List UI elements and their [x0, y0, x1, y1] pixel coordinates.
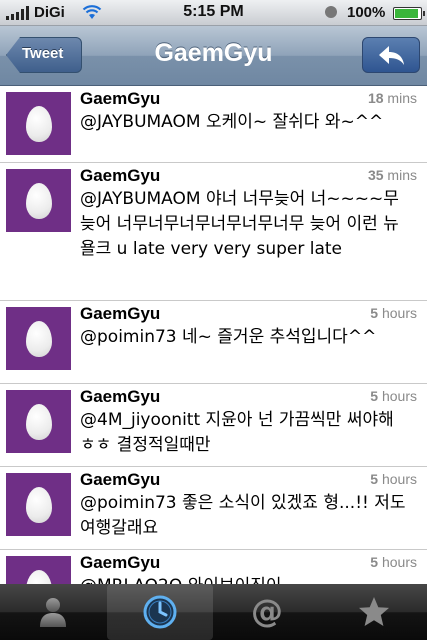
tweet-text: @poimin73 좋은 소식이 있겠죠 형...!! 저도 여행갈래요 — [80, 493, 406, 538]
avatar[interactable] — [6, 92, 71, 155]
tweet-age: 5 hours — [370, 554, 417, 570]
tweet-age-unit: hours — [378, 554, 417, 570]
tweet-author: GaemGyu — [80, 89, 161, 108]
reply-button[interactable] — [362, 37, 420, 73]
tweet-author: GaemGyu — [80, 166, 161, 185]
avatar[interactable] — [6, 390, 71, 453]
tweet-author: GaemGyu — [80, 387, 161, 406]
tweet-age: 5 hours — [370, 471, 417, 487]
navigation-bar: Tweet GaemGyu — [0, 26, 427, 86]
person-icon — [40, 598, 66, 627]
star-icon — [359, 597, 389, 626]
egg-avatar-icon — [25, 182, 52, 219]
tweet-row[interactable]: GaemGyu 35 mins @JAYBUMAOM 야너 너무늦어 너~~~~… — [0, 163, 427, 301]
egg-avatar-icon — [25, 569, 52, 584]
tweet-age-unit: hours — [378, 388, 417, 404]
tweet-age-unit: mins — [383, 90, 417, 106]
avatar[interactable] — [6, 169, 71, 232]
egg-avatar-icon — [25, 105, 52, 142]
egg-avatar-icon — [25, 320, 52, 357]
reply-arrow-icon — [379, 46, 404, 65]
tab-bar: @ — [0, 584, 427, 640]
battery-percent: 100% — [347, 4, 386, 21]
egg-avatar-icon — [25, 486, 52, 523]
tweet-list[interactable]: GaemGyu 18 mins @JAYBUMAOM 오케이~ 잘쉬다 와~^^… — [0, 86, 427, 584]
battery-icon — [393, 7, 425, 20]
tweet-author: GaemGyu — [80, 553, 161, 572]
tweet-author: GaemGyu — [80, 304, 161, 323]
avatar[interactable] — [6, 556, 71, 584]
tweet-text: @poimin73 네~ 즐거운 추석입니다^^ — [80, 327, 377, 347]
avatar[interactable] — [6, 473, 71, 536]
tweet-author: GaemGyu — [80, 470, 161, 489]
tweet-age-unit: hours — [378, 305, 417, 321]
tweet-age-number: 18 — [367, 90, 384, 106]
tweet-age: 5 hours — [370, 388, 417, 404]
at-icon: @ — [251, 594, 283, 630]
tweet-row[interactable]: GaemGyu 5 hours @poimin73 좋은 소식이 있겠죠 형..… — [0, 467, 427, 550]
tweet-age-unit: mins — [383, 167, 417, 183]
svg-text:@: @ — [251, 594, 283, 630]
tweet-age-number: 5 — [370, 388, 379, 404]
tweet-row[interactable]: GaemGyu 5 hours @poimin73 네~ 즐거운 추석입니다^^ — [0, 301, 427, 384]
tweet-row[interactable]: GaemGyu 5 hours @MRLAO2O 와이브이진이 — [0, 550, 427, 584]
egg-avatar-icon — [25, 403, 52, 440]
tweet-text: @MRLAO2O 와이브이진이 — [80, 574, 412, 584]
tweet-row[interactable]: GaemGyu 5 hours @4M_jiyoonitt 지윤아 넌 가끔씩만… — [0, 384, 427, 467]
tweet-text: @JAYBUMAOM 오케이~ 잘쉬다 와~^^ — [80, 112, 384, 132]
clock-icon — [143, 595, 177, 629]
tweet-age-number: 35 — [367, 167, 384, 183]
tweet-age: 5 hours — [370, 305, 417, 321]
tweet-age: 18 mins — [368, 90, 417, 106]
tab-mentions[interactable]: @ — [214, 584, 320, 640]
tweet-age: 35 mins — [368, 167, 417, 183]
tweet-age-number: 5 — [370, 554, 379, 570]
battery-level — [395, 9, 418, 18]
tab-favorites[interactable] — [321, 584, 427, 640]
status-bar: DiGi 5:15 PM 100% — [0, 0, 427, 26]
alarm-clock-icon — [325, 6, 337, 18]
tweet-age-unit: hours — [378, 471, 417, 487]
avatar[interactable] — [6, 307, 71, 370]
tweet-row[interactable]: GaemGyu 18 mins @JAYBUMAOM 오케이~ 잘쉬다 와~^^ — [0, 86, 427, 163]
tweet-text: @4M_jiyoonitt 지윤아 넌 가끔씩만 써야해 ㅎㅎ 결정적일때만 — [80, 410, 394, 455]
tab-profile[interactable] — [0, 584, 106, 640]
tab-timeline[interactable] — [107, 584, 213, 640]
tweet-text: @JAYBUMAOM 야너 너무늦어 너~~~~무늦어 너무너무너무너무너무너무… — [80, 189, 399, 259]
tweet-age-number: 5 — [370, 305, 379, 321]
tweet-age-number: 5 — [370, 471, 379, 487]
